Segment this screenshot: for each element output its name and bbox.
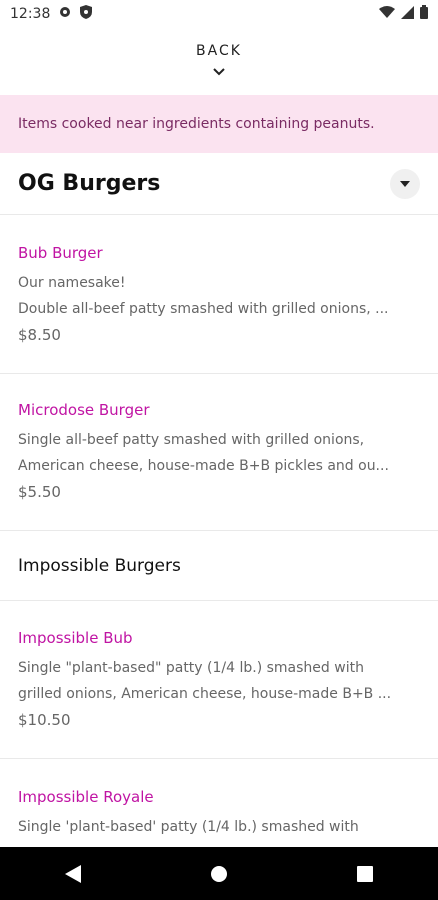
clock: 12:38 xyxy=(10,6,51,22)
wifi-icon xyxy=(379,6,395,22)
allergen-notice-text: Items cooked near ingredients containing… xyxy=(18,116,375,132)
item-name: Microdose Burger xyxy=(18,401,150,419)
item-description-line: Single 'plant-based' patty (1/4 lb.) sma… xyxy=(18,819,359,835)
home-circle-icon xyxy=(211,865,227,882)
status-bar: 12:38 xyxy=(0,0,438,28)
item-description-line: Single all-beef patty smashed with grill… xyxy=(18,432,365,448)
section-header: OG Burgers xyxy=(0,153,438,215)
signal-icon xyxy=(401,5,414,23)
menu-item[interactable]: Microdose Burger Single all-beef patty s… xyxy=(0,375,438,531)
item-description-line: grilled onions, American cheese, house-m… xyxy=(18,686,392,702)
chevron-down-icon xyxy=(213,61,225,80)
status-right xyxy=(379,5,428,23)
subsection-title: Impossible Burgers xyxy=(0,531,438,601)
menu-item[interactable]: Bub Burger Our namesake! Double all-beef… xyxy=(0,216,438,374)
item-name: Impossible Bub xyxy=(18,629,133,647)
system-nav-bar xyxy=(0,847,438,900)
item-description-line: Our namesake! xyxy=(18,275,126,291)
status-left: 12:38 xyxy=(10,5,93,23)
item-price: $10.50 xyxy=(18,711,71,729)
item-name: Impossible Royale xyxy=(18,788,154,806)
item-description-line: Single "plant-based" patty (1/4 lb.) sma… xyxy=(18,660,364,676)
item-description-line: American cheese, house-made B+B pickles … xyxy=(18,458,389,474)
back-label: BACK xyxy=(196,42,242,59)
menu-item[interactable]: Impossible Royale Single 'plant-based' p… xyxy=(0,760,438,847)
item-price: $5.50 xyxy=(18,483,61,501)
item-price: $8.50 xyxy=(18,326,61,344)
nav-home-button[interactable] xyxy=(199,854,239,894)
back-triangle-icon xyxy=(65,864,81,883)
gear-icon xyxy=(58,5,72,23)
nav-recents-button[interactable] xyxy=(345,854,385,894)
item-description-line: Double all-beef patty smashed with grill… xyxy=(18,301,389,317)
caret-down-icon xyxy=(400,180,410,187)
allergen-notice: Items cooked near ingredients containing… xyxy=(0,95,438,153)
collapse-section-button[interactable] xyxy=(390,168,420,199)
menu-item[interactable]: Impossible Bub Single "plant-based" patt… xyxy=(0,602,438,759)
item-name: Bub Burger xyxy=(18,244,103,262)
section-title: OG Burgers xyxy=(18,171,161,196)
shield-icon xyxy=(80,5,93,23)
nav-back-button[interactable] xyxy=(53,854,93,894)
recents-square-icon xyxy=(357,865,373,882)
battery-icon xyxy=(420,5,428,23)
back-button[interactable]: BACK xyxy=(0,28,438,94)
